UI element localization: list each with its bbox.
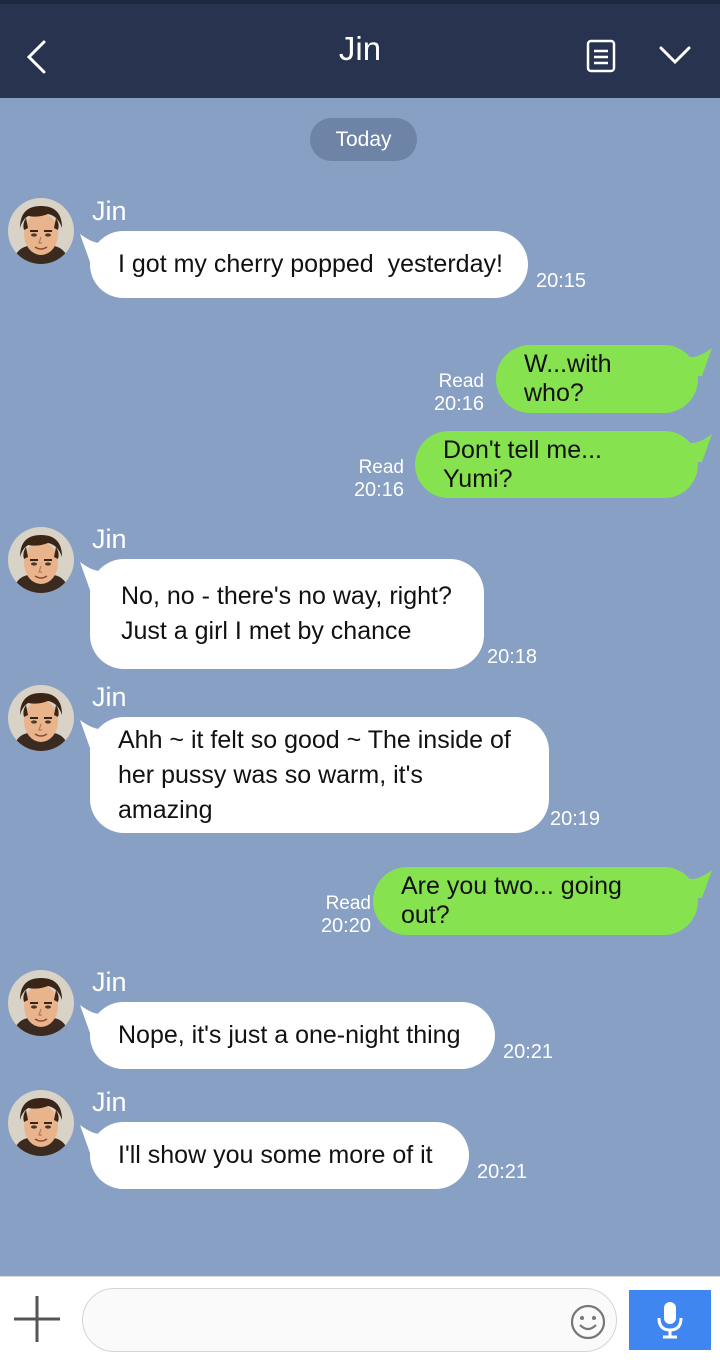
message-bubble[interactable]: Nope, it's just a one-night thing — [90, 1002, 495, 1069]
message-meta: Read 20:16 — [350, 456, 404, 502]
message-time: 20:20 — [320, 915, 371, 937]
message-time: 20:15 — [536, 270, 587, 292]
message-text: Nope, it's just a one-night thing — [118, 1021, 461, 1049]
read-status: Read — [358, 457, 404, 478]
message-bubble[interactable]: I'll show you some more of it — [90, 1122, 469, 1189]
message-time: 20:18 — [487, 646, 538, 668]
document-icon[interactable] — [586, 39, 616, 73]
message-time: 20:16 — [353, 479, 404, 501]
message-bubble[interactable]: Don't tell me... Yumi? — [415, 431, 698, 498]
sender-name: Jin — [92, 1087, 127, 1117]
avatar[interactable] — [8, 970, 74, 1036]
chat-header: Jin — [0, 0, 720, 98]
message-meta: Read 20:16 — [430, 370, 484, 416]
message-text: Are you two... going out? — [401, 872, 622, 929]
message-bubble[interactable]: I got my cherry popped yesterday! — [90, 231, 528, 298]
message-bubble[interactable]: Are you two... going out? — [373, 867, 698, 935]
message-line: Just a girl I met by chance — [121, 617, 412, 645]
message-text: W...with who? — [524, 350, 612, 407]
message-text: I got my cherry popped yesterday! — [118, 250, 503, 278]
message-line: No, no - there's no way, right? — [121, 582, 452, 610]
message-time: 20:19 — [550, 808, 601, 830]
message-text: I'll show you some more of it — [118, 1141, 433, 1169]
emoji-icon[interactable] — [569, 1303, 607, 1341]
message-bubble[interactable]: W...with who? — [496, 345, 698, 413]
chevron-down-icon[interactable] — [658, 42, 692, 68]
microphone-icon — [657, 1302, 683, 1339]
plus-icon[interactable] — [12, 1294, 62, 1344]
message-time: 20:16 — [433, 393, 484, 415]
message-line: Ahh ~ it felt so good ~ The inside of — [118, 725, 511, 754]
message-bubble[interactable]: Ahh ~ it felt so good ~ The inside of he… — [90, 717, 549, 833]
voice-button[interactable] — [629, 1290, 711, 1350]
avatar[interactable] — [8, 527, 74, 593]
sender-name: Jin — [92, 682, 127, 712]
message-bubble[interactable]: No, no - there's no way, right? Just a g… — [90, 559, 484, 669]
message-time: 20:21 — [503, 1041, 554, 1063]
read-status: Read — [438, 371, 484, 392]
avatar[interactable] — [8, 1090, 74, 1156]
date-divider: Today — [310, 118, 417, 161]
avatar[interactable] — [8, 198, 74, 264]
sender-name: Jin — [92, 967, 127, 997]
sender-name: Jin — [92, 524, 127, 554]
message-input[interactable] — [82, 1288, 617, 1352]
avatar[interactable] — [8, 685, 74, 751]
message-meta: Read 20:20 — [308, 892, 371, 938]
message-line: her pussy was so warm, it's amazing — [118, 760, 423, 824]
message-time: 20:21 — [477, 1161, 528, 1183]
sender-name: Jin — [92, 196, 127, 226]
read-status: Read — [325, 893, 371, 914]
message-text: Don't tell me... Yumi? — [443, 435, 602, 493]
